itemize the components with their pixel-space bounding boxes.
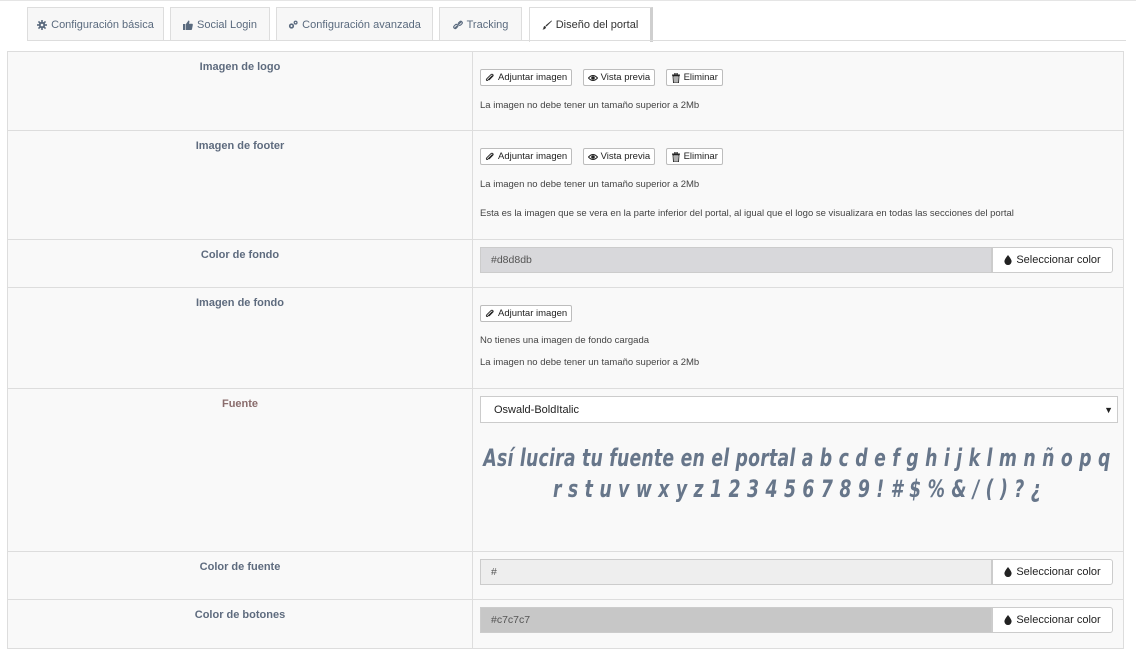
attach-image-button[interactable]: Adjuntar imagen bbox=[480, 148, 573, 165]
row-font-color: Color de fuente # Seleccionar color bbox=[8, 552, 1123, 600]
tab-bar: Configuración básica Social Login Config… bbox=[0, 0, 1136, 42]
button-color-group: #c7c7c7 Seleccionar color bbox=[480, 607, 1113, 633]
footer-description-note: Esta es la imagen que se vera en la part… bbox=[480, 208, 1014, 219]
tab-label: Tracking bbox=[466, 18, 509, 31]
link-icon bbox=[452, 20, 463, 29]
attach-image-button[interactable]: Adjuntar imagen bbox=[480, 305, 573, 322]
row-font: Fuente Oswald-BoldItalic ▼ Así lucira tu… bbox=[8, 389, 1123, 552]
font-preview-text: Así lucira tu fuente en el portal a b c … bbox=[483, 444, 1111, 503]
row-value: # Seleccionar color bbox=[473, 552, 1123, 599]
font-select[interactable]: Oswald-BoldItalic ▼ bbox=[480, 396, 1118, 423]
trash-icon bbox=[671, 72, 680, 83]
row-background-color: Color de fondo #d8d8db Seleccionar color bbox=[8, 240, 1123, 288]
logo-button-group: Adjuntar imagen Vista previa Eliminar bbox=[480, 69, 729, 88]
row-label: Fuente bbox=[8, 389, 473, 551]
tab-tracking[interactable]: Tracking bbox=[439, 7, 522, 41]
row-background-image: Imagen de fondo Adjuntar imagen No tiene… bbox=[8, 288, 1123, 389]
row-value: #d8d8db Seleccionar color bbox=[473, 240, 1123, 287]
row-label: Color de fuente bbox=[8, 552, 473, 599]
eye-icon bbox=[587, 153, 598, 160]
thumbs-up-icon bbox=[183, 20, 193, 30]
droplet-icon bbox=[1004, 567, 1012, 577]
row-value: Oswald-BoldItalic ▼ Así lucira tu fuente… bbox=[473, 389, 1123, 551]
tab-diseno-del-portal[interactable]: Diseño del portal bbox=[529, 7, 653, 42]
paperclip-icon bbox=[485, 152, 494, 160]
portal-design-panel: Imagen de logo Adjuntar imagen Vista pre… bbox=[7, 51, 1124, 649]
row-label: Imagen de footer bbox=[8, 131, 473, 239]
tab-label: Diseño del portal bbox=[555, 19, 639, 31]
size-limit-note: La imagen no debe tener un tamaño superi… bbox=[480, 179, 700, 190]
row-label: Color de fondo bbox=[8, 240, 473, 287]
row-label: Imagen de logo bbox=[8, 52, 473, 130]
attach-image-button[interactable]: Adjuntar imagen bbox=[480, 69, 573, 86]
preview-button[interactable]: Vista previa bbox=[582, 69, 656, 86]
tab-configuracion-basica[interactable]: Configuración básica bbox=[27, 7, 164, 41]
size-limit-note: La imagen no debe tener un tamaño superi… bbox=[480, 357, 700, 368]
select-color-button[interactable]: Seleccionar color bbox=[992, 247, 1113, 273]
brush-icon bbox=[542, 20, 552, 30]
row-value: Adjuntar imagen Vista previa Eliminar La… bbox=[473, 131, 1123, 239]
row-value: #c7c7c7 Seleccionar color bbox=[473, 600, 1123, 648]
row-value: Adjuntar imagen No tienes una imagen de … bbox=[473, 288, 1123, 388]
delete-button[interactable]: Eliminar bbox=[665, 148, 723, 165]
row-label: Imagen de fondo bbox=[8, 288, 473, 388]
button-color-input[interactable]: #c7c7c7 bbox=[480, 607, 992, 633]
footer-button-group: Adjuntar imagen Vista previa Eliminar bbox=[480, 148, 729, 167]
trash-icon bbox=[671, 151, 680, 162]
no-background-note: No tienes una imagen de fondo cargada bbox=[480, 335, 650, 346]
delete-button[interactable]: Eliminar bbox=[665, 69, 723, 86]
font-color-input[interactable]: # bbox=[480, 559, 992, 585]
tab-label: Social Login bbox=[197, 18, 257, 31]
tab-configuracion-avanzada[interactable]: Configuración avanzada bbox=[276, 7, 433, 41]
row-button-color: Color de botones #c7c7c7 Seleccionar col… bbox=[8, 600, 1123, 648]
preview-button[interactable]: Vista previa bbox=[582, 148, 656, 165]
select-color-button[interactable]: Seleccionar color bbox=[992, 559, 1113, 585]
row-value: Adjuntar imagen Vista previa Eliminar La… bbox=[473, 52, 1123, 130]
background-color-group: #d8d8db Seleccionar color bbox=[480, 247, 1113, 273]
tab-label: Configuración avanzada bbox=[302, 18, 421, 31]
row-label: Color de botones bbox=[8, 600, 473, 648]
gears-icon bbox=[289, 20, 298, 29]
font-select-value: Oswald-BoldItalic bbox=[494, 403, 579, 416]
droplet-icon bbox=[1004, 255, 1012, 265]
select-color-button[interactable]: Seleccionar color bbox=[992, 607, 1113, 633]
row-footer-image: Imagen de footer Adjuntar imagen Vista p… bbox=[8, 131, 1123, 240]
paperclip-icon bbox=[485, 73, 494, 81]
size-limit-note: La imagen no debe tener un tamaño superi… bbox=[480, 100, 700, 111]
gear-icon bbox=[37, 19, 48, 30]
caret-down-icon: ▼ bbox=[1104, 405, 1113, 415]
tabs-divider bbox=[27, 40, 1126, 41]
eye-icon bbox=[587, 74, 598, 81]
tab-label: Configuración básica bbox=[51, 18, 154, 31]
row-logo-image: Imagen de logo Adjuntar imagen Vista pre… bbox=[8, 52, 1123, 131]
font-color-group: # Seleccionar color bbox=[480, 559, 1113, 585]
background-image-button-group: Adjuntar imagen bbox=[480, 305, 578, 324]
background-color-input[interactable]: #d8d8db bbox=[480, 247, 992, 273]
droplet-icon bbox=[1004, 615, 1012, 625]
tab-social-login[interactable]: Social Login bbox=[170, 7, 270, 41]
paperclip-icon bbox=[485, 309, 494, 317]
